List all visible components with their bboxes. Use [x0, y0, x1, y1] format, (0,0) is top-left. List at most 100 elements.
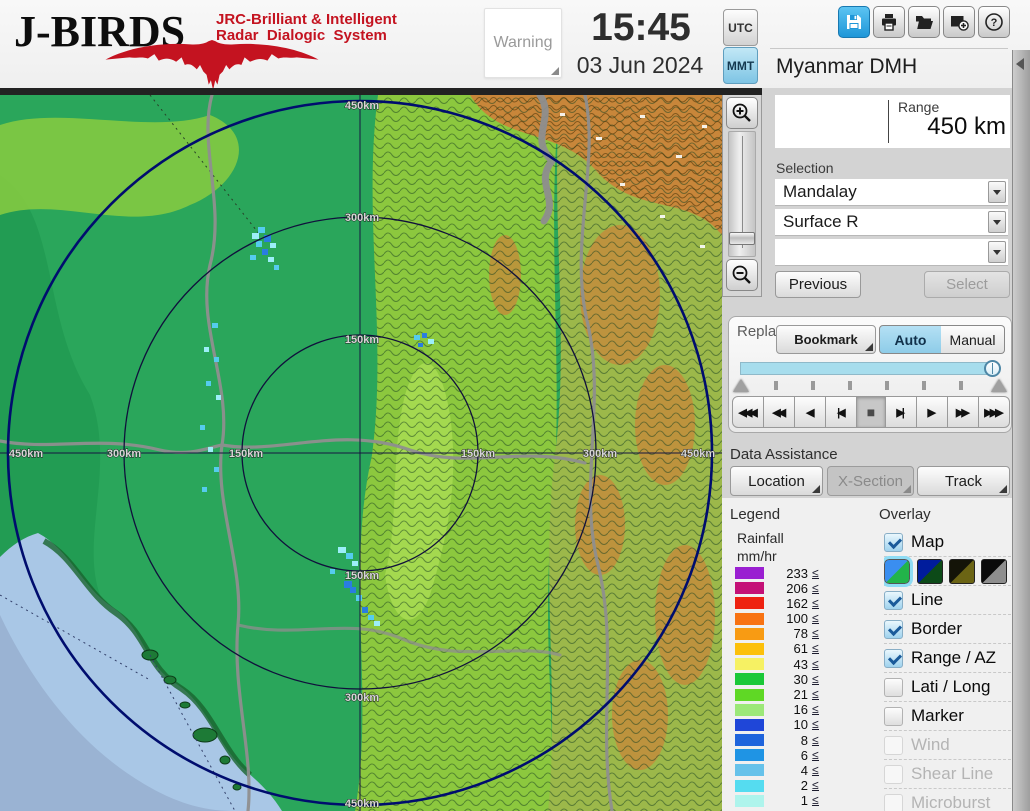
leq-symbol: ≤	[812, 780, 819, 791]
manual-mode-button[interactable]: Manual	[941, 325, 1005, 354]
range-az-checkbox[interactable]	[884, 649, 903, 668]
border-checkbox[interactable]	[884, 620, 903, 639]
zoom-slider-handle[interactable]	[729, 232, 755, 245]
overlay-label: Wind	[911, 735, 950, 755]
svg-text:450km: 450km	[345, 798, 379, 810]
timezone-utc-button[interactable]: UTC	[723, 9, 758, 46]
jump-to-end-button[interactable]: ▶▶▶	[978, 396, 1010, 428]
jump-to-start-button[interactable]: ◀◀◀	[732, 396, 764, 428]
print-icon	[879, 12, 899, 32]
product-dropdown-value: Surface R	[783, 212, 859, 232]
legend-title: Legend	[730, 506, 780, 523]
leq-symbol: ≤	[812, 628, 819, 639]
add-image-button[interactable]	[943, 6, 975, 38]
leq-symbol: ≤	[812, 674, 819, 685]
location-button[interactable]: Location	[730, 466, 823, 496]
lati-long-checkbox[interactable]	[884, 678, 903, 697]
legend-row: 162≤	[735, 597, 819, 609]
svg-text:150km: 150km	[229, 448, 263, 460]
map-style-black-gray[interactable]	[981, 559, 1007, 584]
chevron-down-icon[interactable]	[988, 241, 1006, 263]
color-swatch	[735, 613, 764, 625]
timeline-slider-handle[interactable]	[984, 360, 1001, 377]
chevron-down-icon[interactable]	[988, 211, 1006, 233]
legend-row: 30≤	[735, 673, 819, 685]
timeline-tick	[959, 381, 963, 390]
marker-checkbox[interactable]	[884, 707, 903, 726]
timezone-mmt-button[interactable]: MMT	[723, 47, 758, 84]
play-reverse-button[interactable]: ◀	[794, 396, 826, 428]
chevron-down-icon[interactable]	[988, 181, 1006, 203]
radar-map[interactable]: 450km 300km 150km 150km 300km 450km 450k…	[0, 95, 722, 811]
color-swatch	[735, 689, 764, 701]
bookmark-button[interactable]: Bookmark	[776, 325, 876, 354]
legend-row: 2≤	[735, 780, 819, 792]
help-button[interactable]: ?	[978, 6, 1010, 38]
color-swatch	[735, 567, 764, 579]
select-button[interactable]: Select	[924, 271, 1010, 298]
legend-row: 10≤	[735, 719, 819, 731]
legend-value: 206	[764, 581, 808, 596]
replay-panel: Replay Bookmark Auto Manual ◀◀◀ ◀◀ ◀ |◀ …	[728, 316, 1012, 433]
station-dropdown[interactable]: Mandalay	[775, 179, 1008, 206]
step-back-button[interactable]: |◀	[825, 396, 857, 428]
stop-button[interactable]: ■	[856, 396, 885, 428]
map-style-black-olive[interactable]	[949, 559, 975, 584]
option-dropdown[interactable]	[775, 239, 1008, 266]
fast-rewind-button[interactable]: ◀◀	[763, 396, 795, 428]
leq-symbol: ≤	[812, 704, 819, 715]
color-swatch	[735, 597, 764, 609]
xsection-button[interactable]: X-Section	[827, 466, 914, 496]
color-swatch	[735, 628, 764, 640]
legend-value: 43	[764, 657, 808, 672]
replay-timeline-slider[interactable]	[740, 362, 996, 375]
leq-symbol: ≤	[812, 659, 819, 670]
map-style-navy-darkgreen[interactable]	[917, 559, 943, 584]
zoom-in-button[interactable]	[726, 97, 758, 129]
legend-row: 100 ≤	[735, 613, 819, 625]
auto-mode-button[interactable]: Auto	[879, 325, 942, 354]
line-checkbox[interactable]	[884, 591, 903, 610]
map-style-blue-green[interactable]	[884, 559, 910, 584]
svg-text:150km: 150km	[345, 570, 379, 582]
leq-symbol: ≤	[812, 613, 819, 624]
color-swatch	[735, 764, 764, 776]
step-forward-button[interactable]: ▶|	[885, 396, 917, 428]
legend-value: 162	[764, 596, 808, 611]
warning-button[interactable]: Warning	[484, 8, 562, 78]
legend-value: 21	[764, 687, 808, 702]
svg-text:450km: 450km	[345, 100, 379, 112]
data-assistance-label: Data Assistance	[730, 446, 838, 463]
fast-forward-button[interactable]: ▶▶	[947, 396, 979, 428]
play-button[interactable]: ▶	[916, 396, 948, 428]
map-checkbox[interactable]	[884, 533, 903, 552]
collapse-panel-arrow-icon[interactable]	[1016, 58, 1024, 70]
eagle-logo-icon	[12, 40, 412, 90]
open-folder-button[interactable]	[908, 6, 940, 38]
zoom-out-button[interactable]	[726, 259, 758, 291]
overlay-label: Lati / Long	[911, 677, 990, 697]
overlay-label: Map	[911, 532, 944, 552]
legend-value: 61	[764, 641, 808, 656]
legend-row: 21≤	[735, 689, 819, 701]
legend-value: 100	[764, 611, 808, 626]
legend-value: 8	[764, 733, 808, 748]
open-folder-icon	[914, 12, 934, 32]
legend-parameter: Rainfall	[737, 530, 784, 546]
legend-row: 43 ≤	[735, 658, 819, 670]
overlay-label: Microburst	[911, 793, 990, 811]
legend-row: 61≤	[735, 643, 819, 655]
print-button[interactable]	[873, 6, 905, 38]
product-dropdown[interactable]: Surface R	[775, 209, 1008, 236]
range-value: 450 km	[860, 113, 1006, 141]
save-button[interactable]	[838, 6, 870, 38]
legend-row: 1≤	[735, 795, 819, 807]
zoom-slider-track[interactable]	[728, 131, 756, 257]
color-swatch	[735, 719, 764, 731]
clock-date: 03 Jun 2024	[560, 52, 720, 79]
track-button[interactable]: Track	[917, 466, 1010, 496]
svg-text:300km: 300km	[583, 448, 617, 460]
legend-row: 8≤	[735, 734, 819, 746]
previous-button[interactable]: Previous	[775, 271, 861, 298]
station-dropdown-value: Mandalay	[783, 182, 857, 202]
